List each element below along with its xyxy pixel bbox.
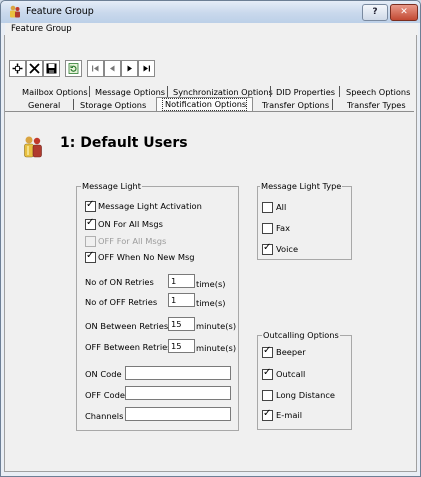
off-when-no-new-msg-checkbox[interactable] bbox=[85, 250, 96, 263]
tab-separator bbox=[167, 86, 168, 97]
email-checkbox[interactable] bbox=[262, 408, 273, 421]
on-code-label: ON Code bbox=[85, 369, 122, 379]
on-between-retries-label: ON Between Retries bbox=[85, 321, 169, 331]
off-for-all-msgs-label: OFF For All Msgs bbox=[98, 236, 167, 246]
users-app-icon bbox=[10, 5, 20, 18]
email-label: E-mail bbox=[276, 410, 303, 420]
tab-did-properties[interactable]: DID Properties bbox=[276, 86, 335, 99]
title-bar[interactable]: Feature Group ? ✕ bbox=[1, 1, 420, 23]
tab-label: Storage Options bbox=[80, 100, 147, 110]
help-icon: ? bbox=[372, 7, 378, 17]
long-distance-checkbox[interactable] bbox=[262, 390, 273, 401]
previous-record-button[interactable] bbox=[104, 60, 121, 77]
voice-checkbox[interactable] bbox=[262, 242, 273, 255]
beeper-checkbox[interactable] bbox=[262, 345, 273, 358]
tab-separator bbox=[73, 99, 74, 110]
delete-button[interactable] bbox=[26, 60, 43, 77]
help-button[interactable]: ? bbox=[362, 4, 388, 21]
fax-label: Fax bbox=[276, 223, 291, 233]
add-button[interactable] bbox=[9, 60, 26, 77]
off-code-label: OFF Code bbox=[85, 390, 125, 400]
group-title: Outcalling Options bbox=[262, 330, 340, 341]
off-between-retries-label: OFF Between Retries bbox=[85, 342, 172, 352]
add-icon bbox=[12, 63, 23, 74]
save-button[interactable] bbox=[43, 60, 60, 77]
tab-label: General bbox=[28, 100, 61, 110]
beeper-label: Beeper bbox=[276, 347, 306, 357]
group-title: Message Light Type bbox=[260, 181, 343, 192]
channels-input[interactable] bbox=[125, 407, 231, 421]
tab-separator bbox=[339, 86, 340, 97]
refresh-icon bbox=[68, 63, 79, 74]
group-title: Message Light bbox=[81, 181, 142, 192]
close-icon: ✕ bbox=[400, 7, 408, 17]
menu-feature-group[interactable]: Feature Group bbox=[11, 24, 72, 34]
next-record-button[interactable] bbox=[121, 60, 138, 77]
all-label: All bbox=[276, 202, 287, 212]
tab-label: Transfer Options bbox=[262, 100, 330, 110]
tab-mailbox-options[interactable]: Mailbox Options bbox=[22, 86, 88, 99]
first-icon bbox=[92, 65, 99, 72]
tab-label: Message Options bbox=[95, 87, 166, 97]
no-off-retries-input[interactable]: 1 bbox=[168, 293, 195, 307]
last-record-button[interactable] bbox=[138, 60, 155, 77]
last-icon bbox=[143, 65, 150, 72]
first-record-button[interactable] bbox=[87, 60, 104, 77]
no-on-retries-label: No of ON Retries bbox=[85, 277, 154, 287]
voice-label: Voice bbox=[276, 244, 299, 254]
no-on-retries-input[interactable]: 1 bbox=[168, 274, 195, 288]
users-group-icon bbox=[24, 136, 42, 158]
window-title: Feature Group bbox=[26, 6, 94, 17]
tab-label: DID Properties bbox=[276, 87, 336, 97]
tab-label: Speech Options bbox=[346, 87, 411, 97]
tab-notification-options[interactable]: Notification Options bbox=[165, 99, 246, 109]
off-between-retries-input[interactable]: 15 bbox=[168, 339, 195, 353]
on-code-input[interactable] bbox=[125, 366, 231, 380]
tab-speech-options[interactable]: Speech Options bbox=[346, 86, 410, 99]
on-between-retries-input[interactable]: 15 bbox=[168, 317, 195, 331]
message-light-activation-label: Message Light Activation bbox=[98, 201, 202, 211]
no-off-retries-unit: time(s) bbox=[196, 298, 226, 308]
outcall-checkbox[interactable] bbox=[262, 367, 273, 380]
off-code-input[interactable] bbox=[125, 386, 231, 400]
off-when-no-new-msg-label: OFF When No New Msg bbox=[98, 252, 195, 262]
on-between-retries-unit: minute(s) bbox=[196, 321, 237, 331]
on-for-all-msgs-checkbox[interactable] bbox=[85, 217, 96, 230]
tab-label: Transfer Types bbox=[347, 100, 406, 110]
channels-label: Channels bbox=[85, 411, 124, 421]
on-for-all-msgs-label: ON For All Msgs bbox=[98, 219, 163, 229]
previous-icon bbox=[110, 65, 115, 72]
tab-separator bbox=[270, 86, 271, 97]
off-between-retries-unit: minute(s) bbox=[196, 343, 237, 353]
save-icon bbox=[46, 63, 57, 74]
next-icon bbox=[127, 65, 132, 72]
tab-label: Mailbox Options bbox=[22, 87, 88, 97]
no-off-retries-label: No of OFF Retries bbox=[85, 297, 158, 307]
close-button[interactable]: ✕ bbox=[390, 4, 418, 21]
no-on-retries-unit: time(s) bbox=[196, 279, 226, 289]
page-title: 1: Default Users bbox=[60, 135, 188, 151]
all-checkbox[interactable] bbox=[262, 202, 273, 213]
tab-separator bbox=[89, 86, 90, 97]
outcall-label: Outcall bbox=[276, 369, 306, 379]
tab-message-options[interactable]: Message Options bbox=[95, 86, 165, 99]
fax-checkbox[interactable] bbox=[262, 223, 273, 234]
long-distance-label: Long Distance bbox=[276, 390, 335, 400]
refresh-button[interactable] bbox=[65, 60, 82, 77]
message-light-activation-checkbox[interactable] bbox=[85, 199, 96, 212]
off-for-all-msgs-checkbox[interactable] bbox=[85, 236, 96, 247]
tab-separator bbox=[332, 99, 333, 110]
tab-label: Synchronization Options bbox=[173, 87, 273, 97]
delete-icon bbox=[29, 63, 40, 74]
